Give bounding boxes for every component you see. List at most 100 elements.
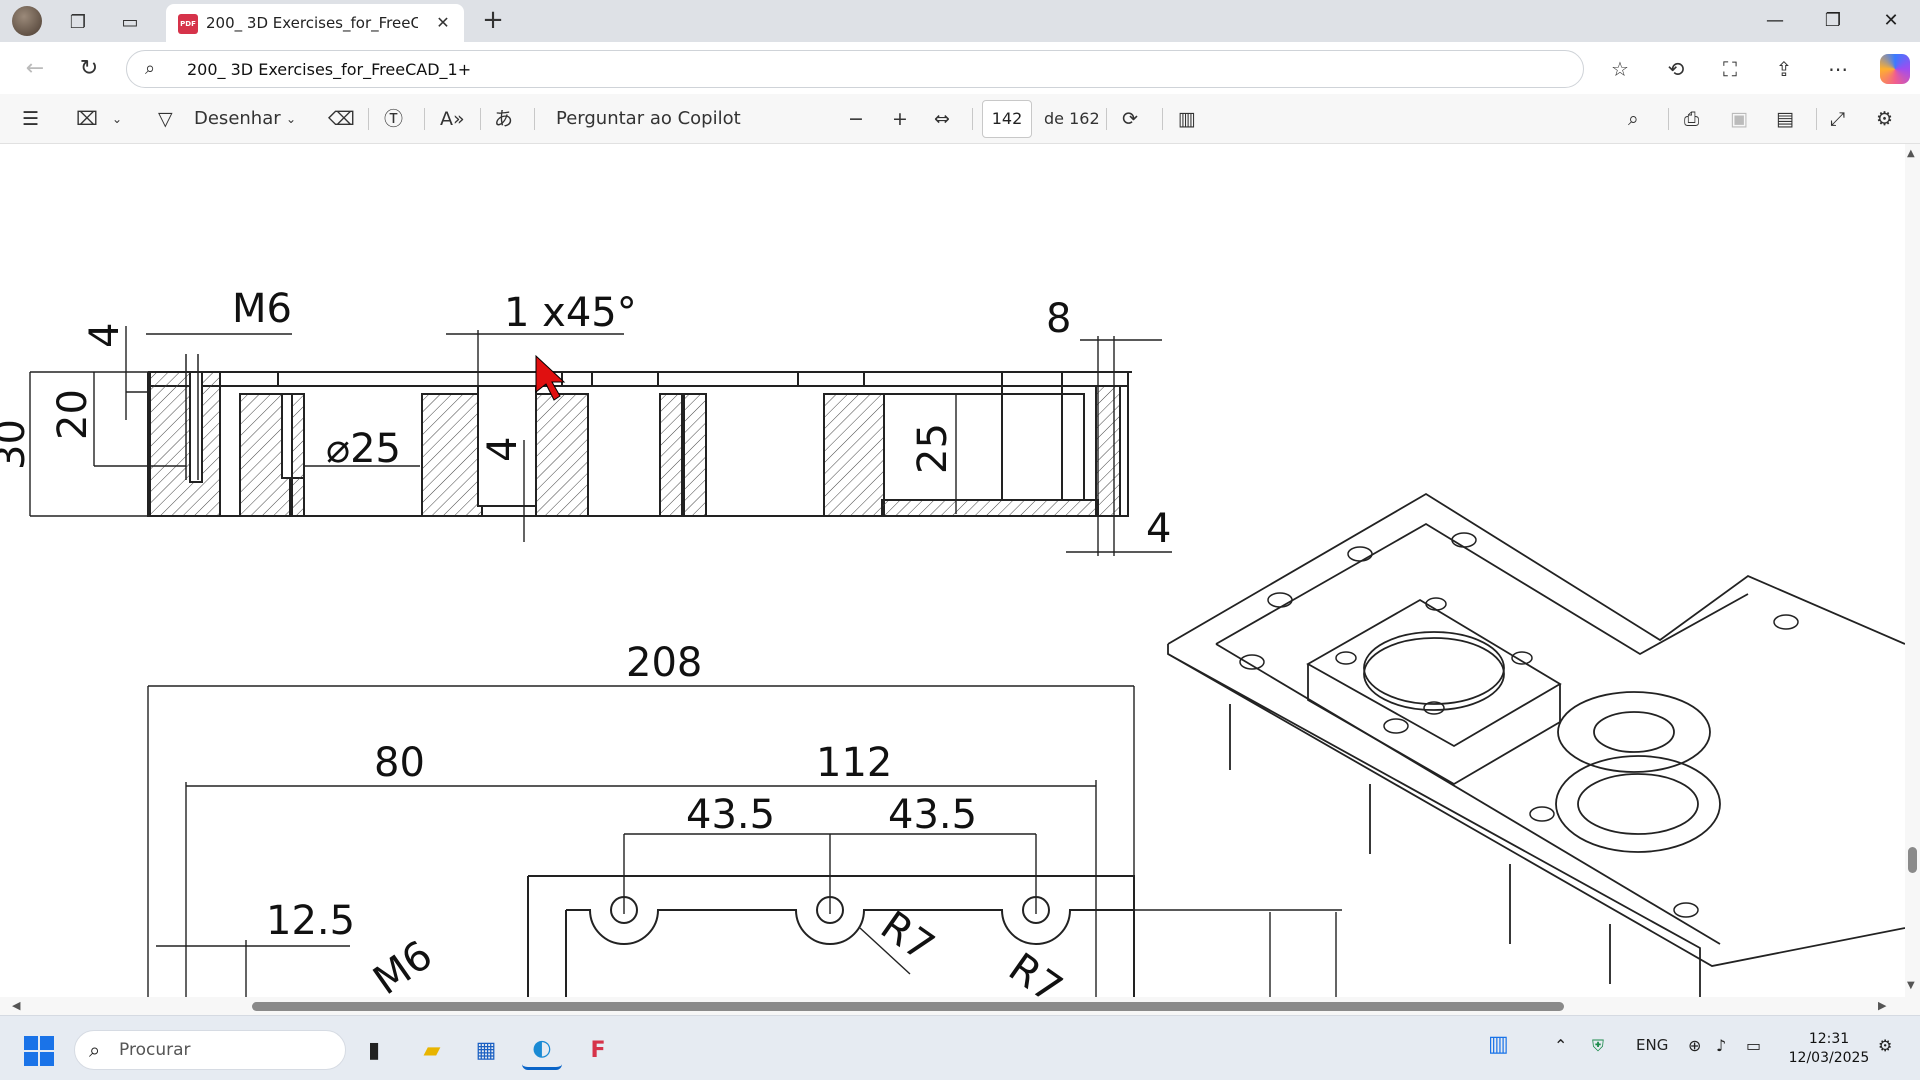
toolbar-divider [972,108,973,130]
close-tab-icon[interactable]: ✕ [432,12,454,34]
print-icon[interactable]: ⎙ [1684,104,1699,134]
dim-r7-a: R7 [872,903,942,971]
text-box-icon[interactable]: Ⓣ [384,104,403,134]
address-bar[interactable]: ⌕ 200_ 3D Exercises_for_FreeCAD_1+ [126,50,1584,88]
address-bar-row: ← ↻ ⌕ 200_ 3D Exercises_for_FreeCAD_1+ ☆… [0,42,1920,94]
vertical-scroll-thumb[interactable] [1908,847,1917,873]
volume-icon[interactable]: ♪ [1716,1036,1726,1055]
tab-actions-icon[interactable]: ▭ [116,8,144,36]
dim-m6-bottom: M6 [365,932,441,997]
vertical-scrollbar[interactable]: ▲ ▼ [1905,144,1920,997]
dim-25: 25 [910,423,956,474]
security-icon[interactable]: ⛨ [1592,1036,1604,1056]
page-number-input[interactable]: 142 [982,100,1032,138]
contents-icon[interactable]: ☰ [22,104,39,134]
title-bar: ❐ ▭ PDF 200_ 3D Exercises_for_FreeCAD_1 … [0,0,1920,42]
dim-m6-top: M6 [232,286,292,332]
draw-button[interactable]: Desenhar [194,104,281,134]
dim-r7-b: R7 [1000,945,1070,997]
toolbar-divider [1816,108,1817,130]
find-icon[interactable]: ⌕ [1628,104,1639,134]
dim-4-right: 4 [1146,506,1171,552]
dim-30: 30 [0,419,34,470]
minimize-button[interactable]: — [1752,4,1798,38]
toolbar-divider [1106,108,1107,130]
zoom-in-icon[interactable]: + [892,104,908,134]
copilot-icon[interactable] [1880,54,1910,84]
tab-title: 200_ 3D Exercises_for_FreeCAD_1 [206,14,418,32]
workspaces-icon[interactable]: ❐ [64,8,92,36]
horizontal-scroll-thumb[interactable] [252,1002,1564,1011]
dim-80: 80 [374,740,425,786]
technical-drawing: M6 1 x45° 8 4 20 30 ⌀25 4 25 4 208 80 11… [0,286,1905,997]
rotate-icon[interactable]: ⟳ [1122,104,1138,134]
horizontal-scrollbar[interactable]: ◀ ▶ [0,997,1905,1015]
close-window-button[interactable]: ✕ [1868,4,1914,38]
draw-icon[interactable]: ▽ [158,104,173,134]
fit-width-icon[interactable]: ⇔ [934,104,950,134]
refresh-button[interactable]: ↻ [72,52,106,86]
scroll-right-icon[interactable]: ▶ [1878,999,1886,1012]
scroll-left-icon[interactable]: ◀ [12,999,20,1012]
dim-112: 112 [816,740,892,786]
store-icon[interactable]: ▦ [466,1030,506,1070]
language-indicator[interactable]: ENG [1636,1036,1668,1054]
profile-avatar[interactable] [12,6,42,36]
ask-copilot-button[interactable]: Perguntar ao Copilot [556,104,741,134]
battery-icon[interactable]: ▭ [1746,1036,1761,1055]
eraser-icon[interactable]: ⌫ [328,104,355,134]
tab-active[interactable]: PDF 200_ 3D Exercises_for_FreeCAD_1 ✕ [166,4,464,42]
chevron-up-icon[interactable]: ⌃ [1554,1036,1567,1055]
file-explorer-icon[interactable]: ▰ [412,1030,452,1070]
dim-4-mid: 4 [480,437,526,462]
share-icon[interactable]: ⇪ [1768,54,1800,84]
fullscreen-icon[interactable]: ⤢ [1830,104,1845,134]
zoom-out-icon[interactable]: − [848,104,864,134]
restore-button[interactable]: ❐ [1810,4,1856,38]
freecad-icon[interactable]: F [578,1030,618,1070]
dim-12-5: 12.5 [266,898,355,944]
chevron-down-icon[interactable]: ⌄ [112,104,122,134]
search-icon: ⌕ [89,1038,101,1062]
pdf-toolbar: ☰ ⌧ ⌄ ▽ Desenhar ⌄ ⌫ Ⓣ A» あ Perguntar ao… [0,94,1920,144]
isometric-view [1167,492,1905,997]
scroll-down-icon[interactable]: ▼ [1907,980,1915,991]
page-view-icon[interactable]: ▥ [1178,104,1196,134]
dim-208: 208 [626,640,702,686]
toolbar-divider [1668,108,1669,130]
dim-chamfer: 1 x45° [504,290,637,336]
windows-start-icon[interactable] [24,1036,54,1066]
notification-icon[interactable]: ⚙ [1878,1036,1892,1055]
scroll-up-icon[interactable]: ▲ [1907,148,1915,159]
taskbar-search-text: Procurar [119,1040,191,1060]
dim-8: 8 [1046,296,1071,342]
pdf-document-view[interactable]: M6 1 x45° 8 4 20 30 ⌀25 4 25 4 208 80 11… [0,144,1905,997]
new-tab-button[interactable]: + [478,6,508,36]
screenshot-icon[interactable]: ⛶ [1714,54,1746,84]
favorites-icon[interactable]: ☆ [1604,54,1636,84]
chevron-down-icon[interactable]: ⌄ [286,104,296,134]
back-button[interactable]: ← [18,52,52,86]
save-icon[interactable]: ▣ [1730,104,1748,134]
network-icon[interactable]: ⊕ [1688,1036,1701,1055]
scroll-corner [1905,997,1920,1015]
dim-20: 20 [50,389,96,440]
more-menu-icon[interactable]: ⋯ [1822,54,1854,84]
highlight-icon[interactable]: ⌧ [76,104,98,134]
history-icon[interactable]: ⟲ [1660,54,1692,84]
read-aloud-icon[interactable]: A» [440,104,465,134]
taskbar-search[interactable]: ⌕ Procurar [74,1030,346,1070]
edge-icon[interactable]: ◐ [522,1030,562,1070]
address-text: 200_ 3D Exercises_for_FreeCAD_1+ [187,60,472,79]
toolbar-divider [1162,108,1163,130]
widgets-icon[interactable]: ▥ [1488,1032,1509,1057]
clock[interactable]: 12:31 12/03/2025 [1784,1030,1874,1068]
settings-icon[interactable]: ⚙ [1876,104,1893,134]
task-view-icon[interactable]: ▮ [354,1030,394,1070]
toolbar-divider [534,108,535,130]
translate-icon[interactable]: あ [494,104,513,134]
save-as-icon[interactable]: ▤ [1776,104,1794,134]
toolbar-divider [368,108,369,130]
dim-4-top: 4 [82,323,128,348]
dim-diameter-25: ⌀25 [326,426,401,472]
